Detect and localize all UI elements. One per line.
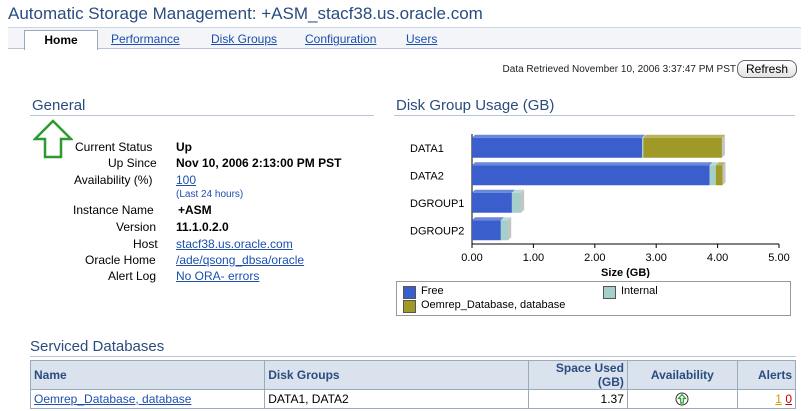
instance-name-label: Instance Name (73, 203, 154, 217)
version-value: 11.1.0.2.0 (176, 220, 229, 234)
space-used-cell: 1.37 (527, 389, 628, 409)
up-arrow-icon (33, 119, 73, 159)
bar-top-dgroup1-0 (472, 189, 515, 193)
bar-data2-1 (709, 165, 716, 186)
database-name-link[interactable]: Oemrep_Database, database (34, 392, 191, 406)
instance-name-value: +ASM (178, 203, 212, 217)
column-space-used: Space Used (GB) (527, 360, 628, 390)
critical-alerts-link[interactable]: 0 (785, 392, 792, 406)
bar-top-data1-2 (643, 134, 725, 138)
tab-users[interactable]: Users (406, 32, 437, 46)
x-tick-label-4: 4.00 (707, 252, 728, 264)
disk-group-usage-divider (394, 115, 795, 116)
data-retrieved-text: Data Retrieved November 10, 2006 3:37:47… (502, 64, 736, 75)
tab-home[interactable]: Home (24, 30, 98, 50)
alerts-cell: 1 0 (736, 389, 797, 409)
legend-label-internal: Internal (621, 285, 658, 297)
x-tick-label-1: 1.00 (523, 252, 544, 264)
serviced-databases-table: Name Disk Groups Space Used (GB) Availab… (29, 360, 797, 409)
bar-top-data1-0 (472, 134, 646, 138)
current-status-value: Up (176, 140, 192, 154)
bar-data1-1 (642, 137, 644, 158)
x-axis-label: Size (GB) (601, 267, 650, 278)
availability-label: Availability (%) (74, 173, 153, 187)
x-tick-label-5: 5.00 (768, 252, 789, 264)
bar-dgroup1-0 (472, 192, 512, 213)
category-label-data2: DATA2 (410, 170, 444, 182)
column-name[interactable]: Name (29, 360, 266, 390)
version-label: Version (116, 220, 157, 234)
up-since-value: Nov 10, 2006 2:13:00 PM PST (176, 156, 342, 170)
table-row: Oemrep_Database, database DATA1, DATA2 1… (29, 389, 797, 409)
column-disk-groups: Disk Groups (264, 360, 529, 390)
alert-log-link[interactable]: No ORA- errors (176, 269, 259, 283)
table-header-row: Name Disk Groups Space Used (GB) Availab… (29, 360, 797, 390)
legend-swatch-database (403, 300, 416, 313)
host-link[interactable]: stacf38.us.oracle.com (176, 237, 293, 251)
disk-groups-cell: DATA1, DATA2 (264, 389, 529, 409)
tab-disk-groups[interactable]: Disk Groups (211, 32, 277, 46)
up-arrow-circle-icon (675, 392, 689, 406)
refresh-button[interactable]: Refresh (737, 60, 797, 78)
bar-data1-0 (472, 137, 643, 158)
category-label-data1: DATA1 (410, 143, 444, 155)
x-tick-label-3: 3.00 (645, 252, 666, 264)
up-since-label: Up Since (108, 156, 157, 170)
current-status-label: Current Status (75, 140, 153, 154)
page-title: Automatic Storage Management: +ASM_stacf… (8, 4, 483, 23)
bar-side-data1 (721, 134, 725, 158)
x-tick-label-0: 0.00 (461, 252, 482, 264)
legend-swatch-internal (603, 286, 616, 299)
serviced-databases-heading: Serviced Databases (30, 338, 165, 355)
oracle-home-link[interactable]: /ade/qsong_dbsa/oracle (176, 253, 304, 267)
availability-link[interactable]: 100 (176, 173, 196, 187)
legend-label-database: Oemrep_Database, database (421, 299, 566, 311)
x-tick-label-2: 2.00 (584, 252, 605, 264)
oracle-home-label: Oracle Home (85, 253, 156, 267)
database-name-cell: Oemrep_Database, database (29, 389, 266, 409)
legend-label-free: Free (421, 285, 444, 297)
general-divider (30, 115, 374, 116)
tab-performance[interactable]: Performance (111, 32, 180, 46)
disk-group-usage-heading: Disk Group Usage (GB) (396, 97, 555, 114)
bar-data1-2 (643, 137, 722, 158)
serviced-databases-divider (30, 356, 796, 357)
legend-swatch-free (403, 286, 416, 299)
bar-data2-2 (715, 165, 723, 186)
availability-cell (626, 389, 738, 409)
bar-side-dgroup1 (521, 189, 525, 213)
availability-note: (Last 24 hours) (176, 189, 244, 200)
host-label: Host (133, 237, 158, 251)
column-alerts: Alerts (736, 360, 797, 390)
bar-dgroup1-1 (511, 192, 522, 213)
column-availability: Availability (626, 360, 738, 390)
bar-top-dgroup2-0 (472, 217, 504, 221)
chart-legend: Free Internal Oemrep_Database, database (396, 281, 791, 316)
bar-top-data2-0 (472, 162, 713, 166)
warning-alerts-link[interactable]: 1 (775, 392, 782, 406)
tab-configuration[interactable]: Configuration (305, 32, 376, 46)
general-heading: General (32, 97, 86, 114)
bar-data2-0 (472, 165, 710, 186)
alert-log-label: Alert Log (108, 269, 157, 283)
bar-side-data2 (722, 162, 726, 186)
category-label-dgroup1: DGROUP1 (410, 198, 464, 210)
category-label-dgroup2: DGROUP2 (410, 225, 464, 237)
bar-side-dgroup2 (508, 217, 512, 241)
bar-dgroup2-0 (472, 220, 501, 241)
disk-group-usage-chart: DATA1 DATA2 DGROUP1 DGROUP2 0.00 1.00 2.00 3.00… (410, 134, 790, 278)
bar-dgroup2-1 (500, 220, 509, 241)
